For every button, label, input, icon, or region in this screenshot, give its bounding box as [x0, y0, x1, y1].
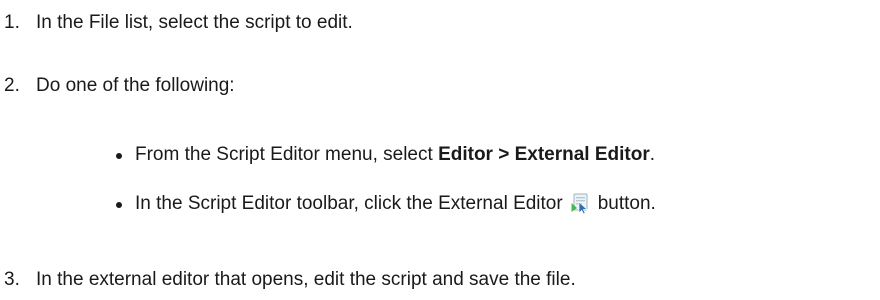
list-item: From the Script Editor menu, select Edit… [116, 144, 655, 166]
step-text: In the external editor that opens, edit … [36, 269, 576, 290]
step-number: 3. [4, 269, 20, 290]
bullet-text-after: button. [597, 193, 656, 214]
step-2: 2. Do one of the following: [0, 75, 235, 97]
step-text: Do one of the following: [36, 75, 235, 96]
menu-path: Editor > External Editor [438, 144, 650, 165]
bullet-icon [116, 153, 122, 159]
step-number: 1. [4, 12, 20, 33]
bullet-icon [116, 202, 122, 208]
bullet-text-before: From the Script Editor menu, select [135, 144, 439, 165]
step-number: 2. [4, 75, 20, 96]
step-text: In the File list, select the script to e… [36, 12, 353, 33]
external-editor-icon [570, 192, 592, 215]
list-item: In the Script Editor toolbar, click the … [116, 193, 656, 215]
step-1: 1. In the File list, select the script t… [0, 12, 353, 34]
bullet-text: From the Script Editor menu, select Edit… [135, 144, 655, 166]
bullet-text-before: In the Script Editor toolbar, click the … [135, 193, 563, 214]
bullet-text-after: . [649, 144, 656, 165]
step-3: 3. In the external editor that opens, ed… [0, 269, 576, 291]
